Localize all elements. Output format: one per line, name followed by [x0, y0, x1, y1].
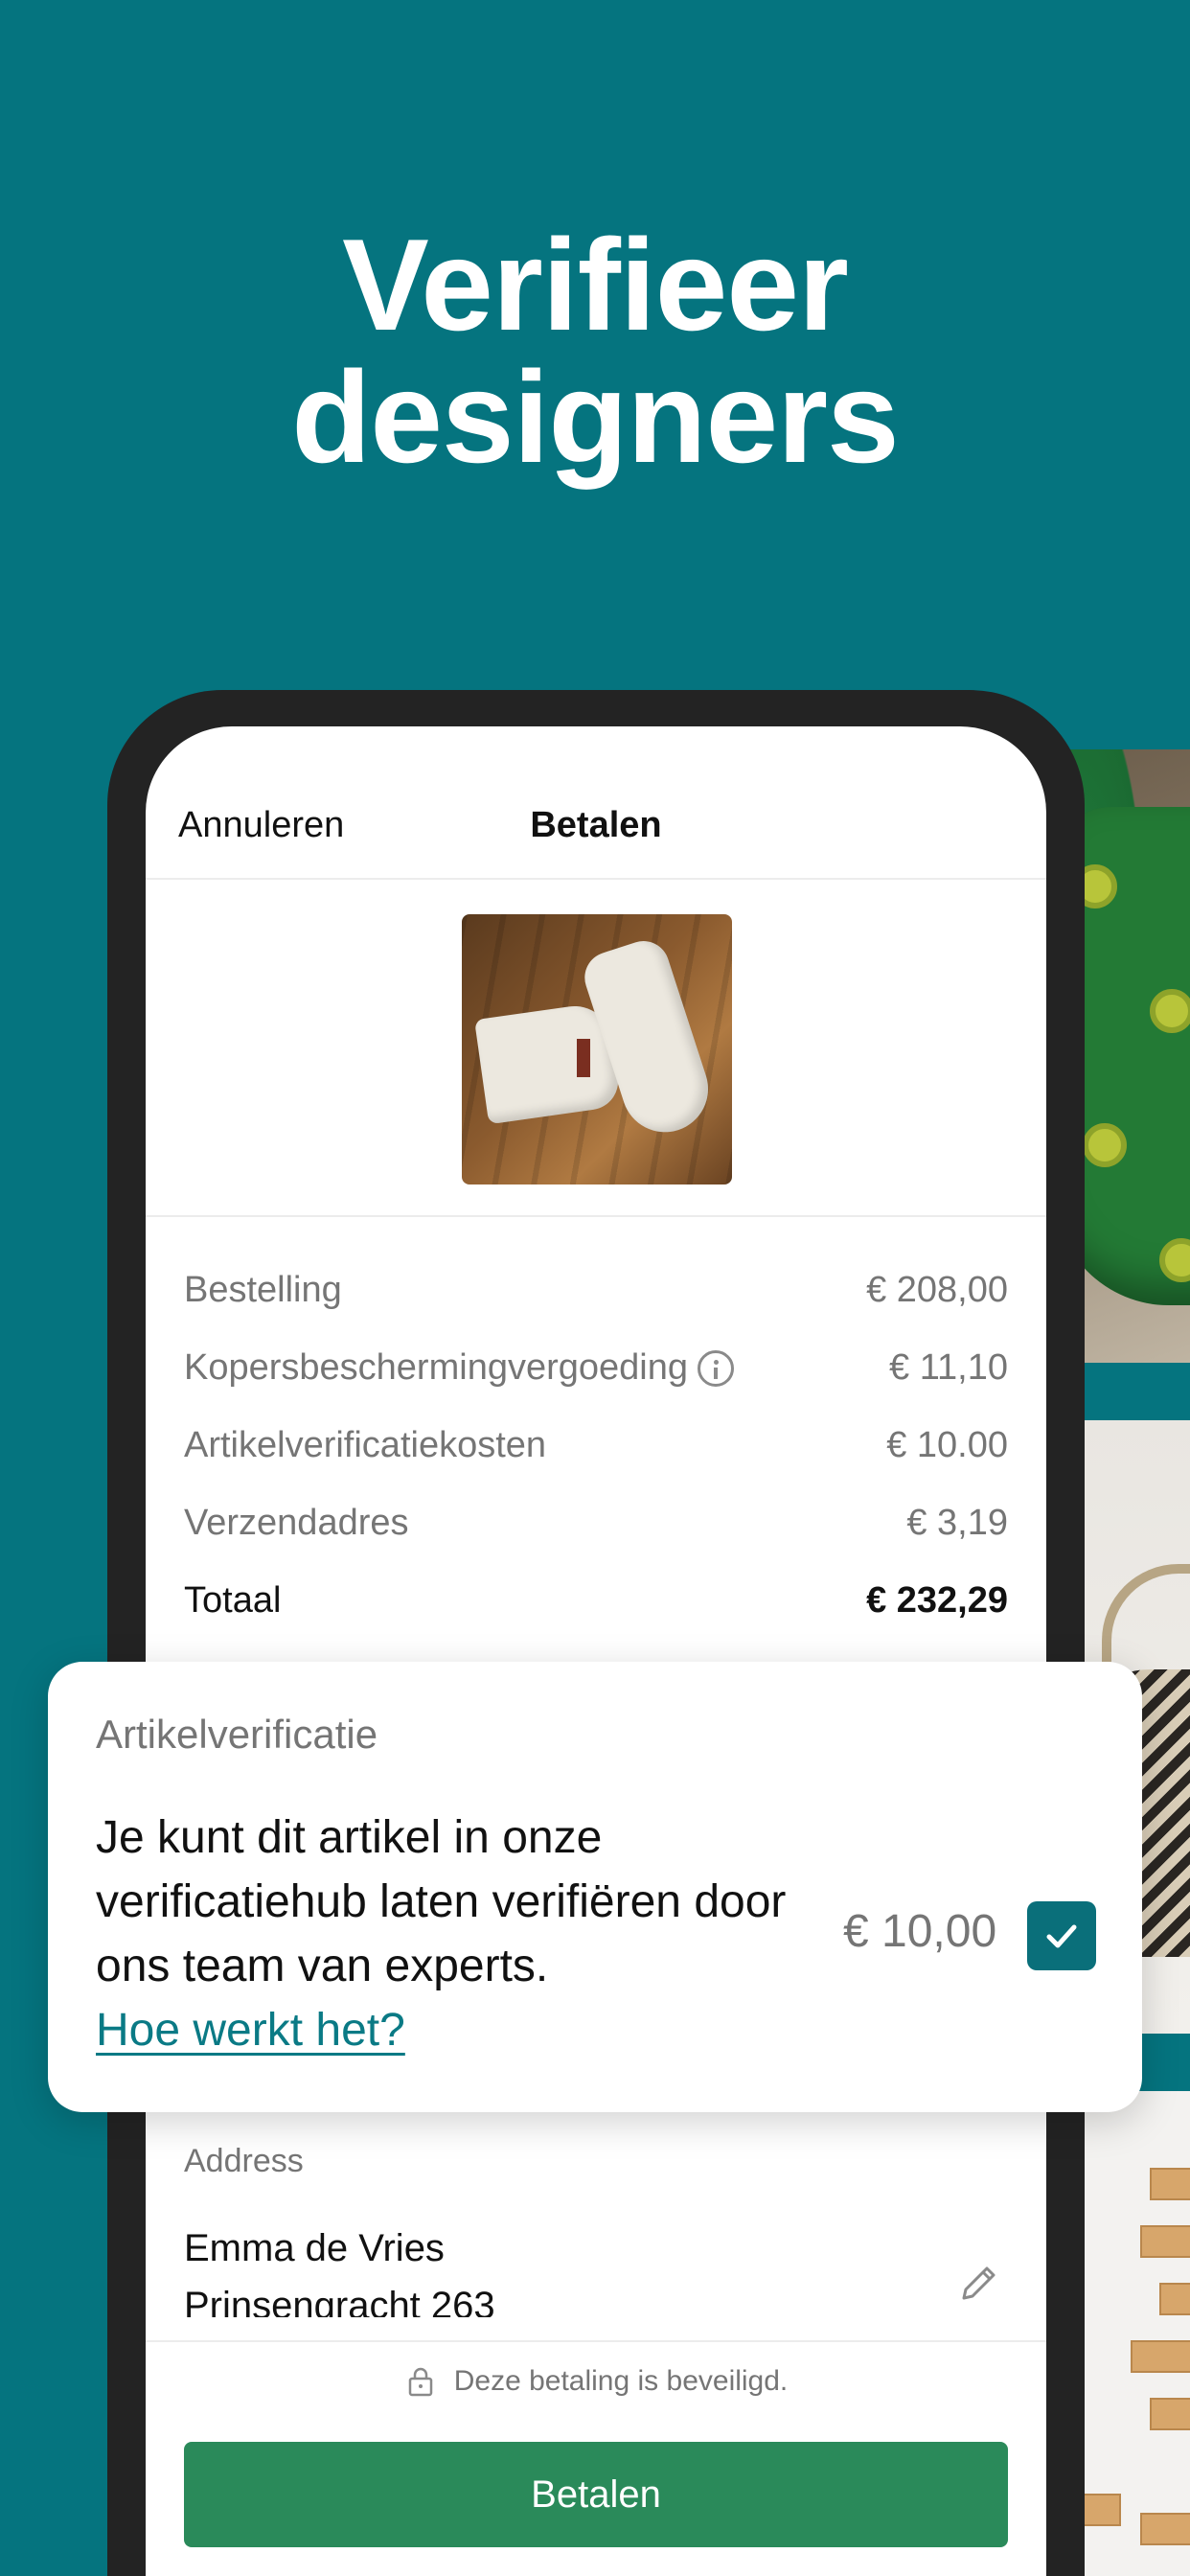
- total-label: Totaal: [184, 1580, 282, 1621]
- flower-decoration: [1159, 1238, 1190, 1282]
- lock-icon: [408, 2367, 432, 2397]
- price-label: Kopersbeschermingvergoeding: [184, 1347, 688, 1388]
- secure-text: Deze betaling is beveiligd.: [453, 2365, 789, 2397]
- address-label: Address: [184, 2143, 304, 2179]
- verification-card: Artikelverificatie Je kunt dit artikel i…: [48, 1662, 1142, 2112]
- price-label-container: Kopersbeschermingvergoeding: [184, 1347, 734, 1389]
- price-row: Bestelling € 208,00: [184, 1252, 1008, 1329]
- price-value: € 10.00: [886, 1425, 1008, 1465]
- total-row: Totaal € 232,29: [184, 1562, 1008, 1640]
- price-row: Kopersbeschermingvergoeding € 11,10: [184, 1329, 1008, 1407]
- price-breakdown: Bestelling € 208,00 Kopersbeschermingver…: [184, 1252, 1008, 1640]
- verification-price: € 10,00: [843, 1906, 997, 1957]
- card-title: Artikelverificatie: [96, 1712, 378, 1757]
- headline: Verifieer designers: [0, 218, 1190, 483]
- address-name: Emma de Vries: [184, 2227, 445, 2269]
- divider: [146, 2340, 1046, 2342]
- flower-decoration: [1083, 1123, 1127, 1167]
- card-description: Je kunt dit artikel in onze verificatieh…: [96, 1806, 824, 2062]
- wood-block: [1150, 2168, 1190, 2200]
- wood-block: [1140, 2225, 1190, 2258]
- how-it-works-link[interactable]: Hoe werkt het?: [96, 2005, 405, 2056]
- wood-block: [1150, 2398, 1190, 2430]
- info-icon[interactable]: [698, 1349, 734, 1387]
- total-value: € 232,29: [866, 1580, 1008, 1621]
- price-label: Bestelling: [184, 1270, 342, 1310]
- secure-notice: Deze betaling is beveiligd.: [146, 2365, 1046, 2398]
- headline-line-1: Verifieer: [342, 212, 849, 357]
- page-title: Betalen: [530, 805, 662, 845]
- verification-checkbox[interactable]: [1027, 1901, 1096, 1970]
- wood-block: [1140, 2513, 1190, 2545]
- price-value: € 11,10: [889, 1347, 1008, 1388]
- check-icon: [1046, 1924, 1077, 1948]
- price-value: € 3,19: [906, 1503, 1008, 1543]
- pay-button[interactable]: Betalen: [184, 2442, 1008, 2547]
- wood-block: [1159, 2283, 1190, 2315]
- price-label: Verzendadres: [184, 1503, 409, 1543]
- payment-screen: Annuleren Betalen Bestelling € 208,00 Ko…: [146, 726, 1046, 2576]
- price-row: Artikelverificatiekosten € 10.00: [184, 1407, 1008, 1484]
- product-image: [462, 914, 732, 1184]
- price-row: Verzendadres € 3,19: [184, 1484, 1008, 1562]
- price-label: Artikelverificatiekosten: [184, 1425, 547, 1465]
- flower-decoration: [1150, 989, 1190, 1033]
- card-text: Je kunt dit artikel in onze verificatieh…: [96, 1812, 787, 1991]
- boot-heel: [577, 1039, 590, 1077]
- wood-block: [1131, 2340, 1190, 2373]
- price-value: € 208,00: [866, 1270, 1008, 1310]
- nav-bar: Annuleren Betalen: [146, 726, 1046, 880]
- headline-line-2: designers: [291, 344, 899, 490]
- address-clip: [146, 2317, 1046, 2356]
- pencil-icon[interactable]: [956, 2260, 1002, 2306]
